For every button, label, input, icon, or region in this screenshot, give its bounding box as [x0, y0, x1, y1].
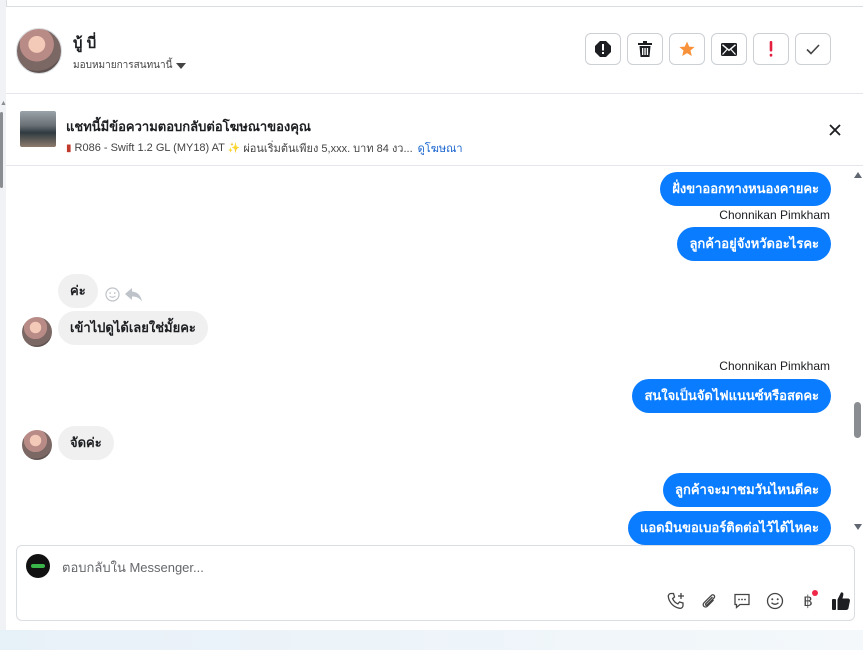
- ad-reply-title: แชทนี้มีข้อความตอบกลับต่อโฆษณาของคุณ: [66, 119, 311, 134]
- view-ad-link[interactable]: ดูโฆษณา: [418, 139, 463, 157]
- saved-replies-button[interactable]: [731, 590, 753, 612]
- ad-thumbnail[interactable]: [20, 111, 56, 147]
- check-icon: [806, 43, 820, 55]
- trash-icon: [638, 41, 652, 57]
- page-avatar: [26, 554, 50, 578]
- incoming-message[interactable]: เข้าไปดูได้เลยใช่มั้ยคะ: [58, 311, 208, 345]
- assign-label: มอบหมายการสนทนานี้: [73, 60, 173, 71]
- composer-toolbar: ฿: [665, 590, 852, 612]
- star-icon: [679, 41, 695, 56]
- outgoing-message[interactable]: ลูกค้าอยู่จังหวัดอะไรคะ: [677, 227, 831, 261]
- mark-unread-button[interactable]: [711, 33, 747, 65]
- outer-scroll-thumb[interactable]: [0, 112, 3, 188]
- outgoing-message[interactable]: ลูกค้าจะมาชมวันไหนดีคะ: [663, 473, 831, 507]
- delete-button[interactable]: [627, 33, 663, 65]
- thumbs-up-icon: [832, 592, 850, 610]
- incoming-message[interactable]: จัดค่ะ: [58, 426, 114, 460]
- close-icon: [829, 124, 841, 136]
- star-button[interactable]: [669, 33, 705, 65]
- caret-down-icon: [176, 63, 187, 69]
- react-smiley-icon[interactable]: [105, 287, 120, 302]
- smiley-icon: [766, 592, 784, 610]
- mail-icon: [721, 42, 737, 56]
- call-button[interactable]: [665, 590, 687, 612]
- sender-name: Chonnikan Pimkham: [719, 359, 830, 373]
- close-banner-button[interactable]: [826, 121, 844, 139]
- contact-name[interactable]: บู้ บี่: [73, 31, 96, 55]
- message-list[interactable]: ฝั่งขาออกทางหนองคายคะ Chonnikan Pimkham …: [6, 166, 852, 546]
- outgoing-message[interactable]: ฝั่งขาออกทางหนองคายคะ: [660, 172, 831, 206]
- message-scrollbar[interactable]: [852, 166, 863, 538]
- incoming-message[interactable]: ค่ะ: [58, 274, 98, 308]
- baht-icon: ฿: [803, 592, 813, 610]
- outgoing-message[interactable]: แอดมินขอเบอร์ติดต่อไว้ได้ไหคะ: [627, 511, 831, 545]
- ad-reply-banner: แชทนี้มีข้อความตอบกลับต่อโฆษณาของคุณ ▮ R…: [6, 94, 863, 166]
- scroll-thumb[interactable]: [854, 402, 861, 438]
- report-icon: [595, 41, 611, 57]
- contact-avatar[interactable]: [16, 28, 62, 74]
- contact-avatar-small[interactable]: [22, 317, 52, 347]
- message-actions: [105, 287, 143, 302]
- scroll-down-icon[interactable]: [854, 524, 862, 530]
- chat-bubble-icon: [734, 593, 750, 609]
- reply-input[interactable]: [62, 560, 662, 575]
- assign-conversation-dropdown[interactable]: มอบหมายการสนทนานี้: [73, 58, 187, 73]
- outgoing-message[interactable]: สนใจเป็นจัดไฟแนนซ์หรือสดคะ: [632, 379, 831, 413]
- paperclip-icon: [702, 594, 716, 608]
- mark-done-button[interactable]: [795, 33, 831, 65]
- report-button[interactable]: [585, 33, 621, 65]
- window-bottom-edge: [0, 630, 863, 650]
- ad-car-model: R086 - Swift 1.2 GL (MY18) AT: [74, 142, 225, 154]
- mark-spam-button[interactable]: [753, 33, 789, 65]
- add-call-icon: [667, 592, 684, 609]
- notification-dot: [812, 590, 818, 596]
- sender-name: Chonnikan Pimkham: [719, 208, 830, 222]
- ad-reply-details: ▮ R086 - Swift 1.2 GL (MY18) AT ✨ ผ่อนเร…: [66, 139, 463, 157]
- scroll-up-icon[interactable]: [854, 172, 862, 178]
- car-icon: ▮: [66, 142, 72, 154]
- action-toolbar: [585, 33, 831, 65]
- emoji-button[interactable]: [764, 590, 786, 612]
- payment-button[interactable]: ฿: [797, 590, 819, 612]
- reply-composer: ฿: [16, 545, 855, 621]
- contact-avatar-small[interactable]: [22, 430, 52, 460]
- like-button[interactable]: [830, 590, 852, 612]
- reply-arrow-icon[interactable]: [125, 287, 143, 302]
- sparkle-icon: ✨: [227, 142, 241, 154]
- conversation-header: บู้ บี่ มอบหมายการสนทนานี้: [6, 7, 863, 94]
- conversation-panel: บู้ บี่ มอบหมายการสนทนานี้ แชทนี้มีข้อคว…: [6, 6, 863, 631]
- ad-promo-text: ผ่อนเริ่มต้นเพียง 5,xxx. บาท 84 งว...: [243, 143, 413, 155]
- attach-button[interactable]: [698, 590, 720, 612]
- exclamation-icon: [769, 41, 773, 57]
